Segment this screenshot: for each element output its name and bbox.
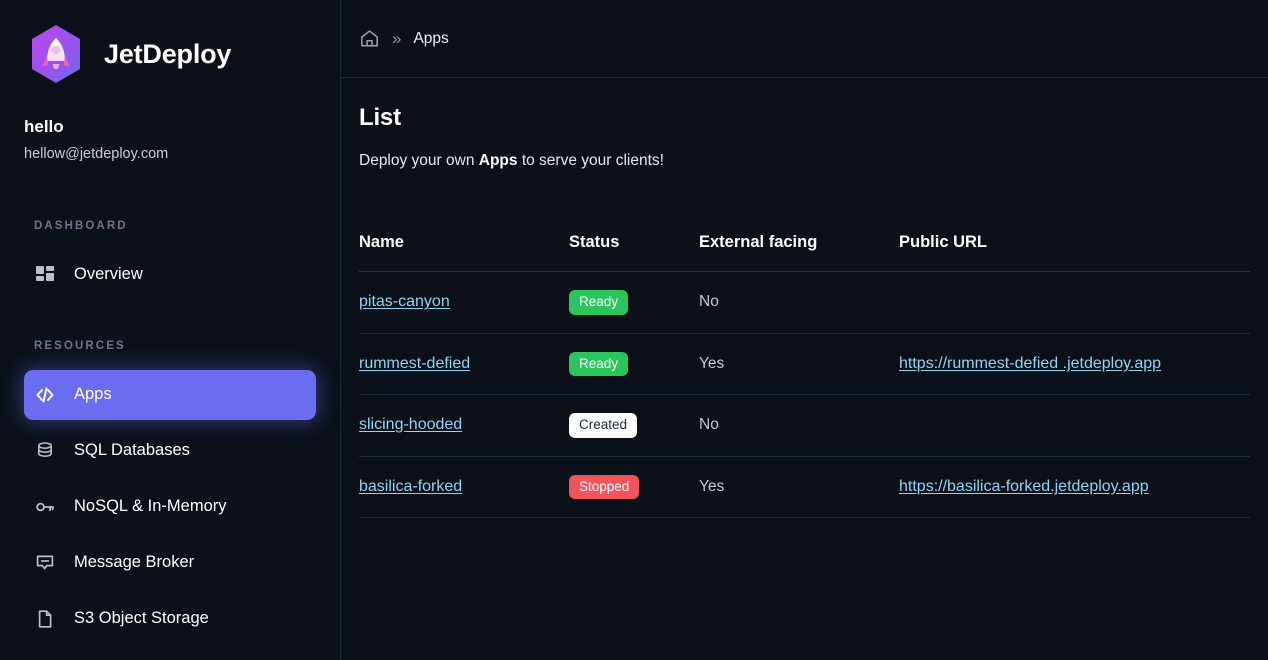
cell-name: basilica-forked [359, 456, 569, 519]
status-badge: Ready [569, 351, 629, 377]
table-row: pitas-canyon Ready No [359, 271, 1250, 334]
cell-name: slicing-hooded [359, 394, 569, 457]
page-subtitle-bold: Apps [478, 152, 518, 169]
apps-table-wrapper: Name Status External facing Public URL p… [359, 233, 1250, 519]
database-icon [34, 440, 56, 462]
message-bubble-icon [34, 552, 56, 574]
cell-public-url: https://rummest-defied .jetdeploy.app [899, 333, 1250, 396]
sidebar-item-label: Overview [74, 265, 143, 284]
code-brackets-icon [34, 384, 56, 406]
sidebar-item-s3-object-storage[interactable]: S3 Object Storage [24, 594, 316, 644]
app-name-link[interactable]: slicing-hooded [359, 416, 462, 433]
sidebar-item-message-broker[interactable]: Message Broker [24, 538, 316, 588]
breadcrumb-separator: » [392, 29, 402, 48]
column-header-status: Status [569, 233, 699, 272]
cell-status: Created [569, 394, 699, 457]
home-icon[interactable] [359, 28, 380, 49]
cell-public-url [899, 394, 1250, 457]
public-url-link[interactable]: https://rummest-defied .jetdeploy.app [899, 355, 1161, 372]
sidebar-item-label: Apps [74, 385, 112, 404]
cell-external-facing: Yes [699, 456, 899, 519]
column-header-name: Name [359, 233, 569, 272]
cell-name: rummest-defied [359, 333, 569, 396]
page-body: List Deploy your own Apps to serve your … [341, 78, 1268, 519]
nav-section-label-resources: RESOURCES [34, 339, 126, 352]
cell-public-url: https://basilica-forked.jetdeploy.app [899, 456, 1250, 519]
cell-status: Stopped [569, 456, 699, 519]
column-header-external-facing: External facing [699, 233, 899, 272]
sidebar-item-nosql-in-memory[interactable]: NoSQL & In-Memory [24, 482, 316, 532]
app-name-link[interactable]: basilica-forked [359, 478, 462, 495]
page-subtitle-prefix: Deploy your own [359, 152, 479, 169]
nav-group-resources: RESOURCES Apps SQL Databases NoSQL & In-… [0, 340, 340, 644]
nav-group-dashboard: DASHBOARD Overview [0, 220, 340, 300]
nav-section-label-dashboard: DASHBOARD [34, 219, 128, 232]
grid-dashboard-icon [34, 264, 56, 286]
app-name-link[interactable]: rummest-defied [359, 355, 470, 372]
account-info: hello hellow@jetdeploy.com [0, 86, 340, 166]
key-icon [34, 496, 56, 518]
breadcrumb: » Apps [341, 0, 1268, 78]
status-badge: Stopped [569, 474, 640, 500]
page-subtitle: Deploy your own Apps to serve your clien… [359, 152, 1250, 170]
main-content: » Apps List Deploy your own Apps to serv… [340, 0, 1268, 660]
table-row: rummest-defied Ready Yes https://rummest-de… [359, 333, 1250, 396]
app-name-link[interactable]: pitas-canyon [359, 293, 450, 310]
page-title: List [359, 104, 401, 131]
cell-status: Ready [569, 271, 699, 334]
rocket-hexagon-icon [24, 22, 88, 86]
table-row: basilica-forked Stopped Yes https://basilic… [359, 456, 1250, 519]
sidebar-item-overview[interactable]: Overview [24, 250, 316, 300]
cell-public-url [899, 271, 1250, 334]
page-subtitle-suffix: to serve your clients! [517, 152, 664, 169]
cell-external-facing: No [699, 271, 899, 334]
breadcrumb-current[interactable]: Apps [413, 30, 448, 48]
sidebar-item-label: SQL Databases [74, 441, 190, 460]
account-email: hellow@jetdeploy.com [24, 145, 169, 162]
apps-table: Name Status External facing Public URL p… [359, 233, 1250, 519]
table-row: slicing-hooded Created No [359, 394, 1250, 457]
cell-external-facing: No [699, 394, 899, 457]
sidebar-item-label: NoSQL & In-Memory [74, 497, 227, 516]
sidebar-item-apps[interactable]: Apps [24, 369, 316, 420]
file-document-icon [34, 608, 56, 630]
app-shell: JetDeploy hello hellow@jetdeploy.com DAS… [0, 0, 1268, 660]
column-header-public-url: Public URL [899, 233, 1250, 272]
status-badge: Created [569, 413, 638, 438]
table-header-row: Name Status External facing Public URL [359, 233, 1250, 272]
cell-external-facing: Yes [699, 333, 899, 396]
cell-name: pitas-canyon [359, 271, 569, 334]
sidebar: JetDeploy hello hellow@jetdeploy.com DAS… [0, 0, 340, 660]
cell-status: Ready [569, 333, 699, 396]
status-badge: Ready [569, 290, 629, 315]
account-name: hello [24, 117, 64, 136]
public-url-link[interactable]: https://basilica-forked.jetdeploy.app [899, 478, 1149, 495]
sidebar-item-label: Message Broker [74, 553, 195, 572]
sidebar-item-label: S3 Object Storage [74, 609, 209, 628]
brand-name: JetDeploy [104, 38, 232, 69]
table-body: pitas-canyon Ready No rummest-defied Ready Ye… [359, 271, 1250, 519]
brand[interactable]: JetDeploy [0, 0, 340, 86]
table-header: Name Status External facing Public URL [359, 233, 1250, 272]
sidebar-item-sql-databases[interactable]: SQL Databases [24, 426, 316, 476]
